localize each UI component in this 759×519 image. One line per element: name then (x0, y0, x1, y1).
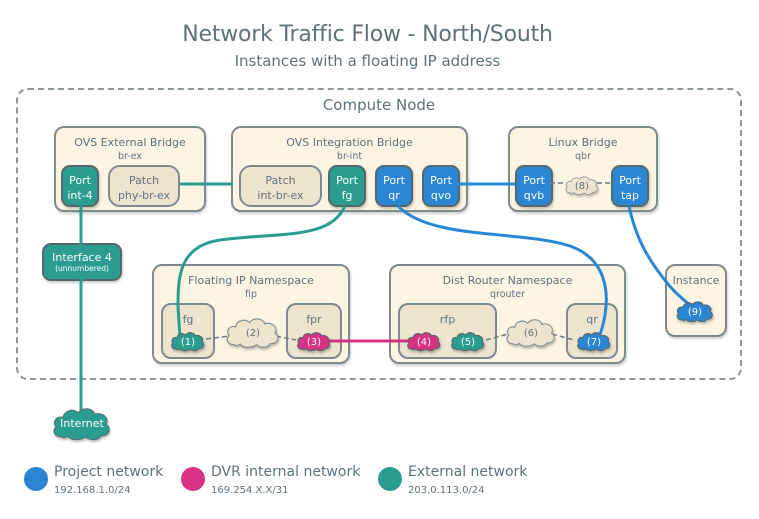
cloud-2-label: (2) (246, 328, 260, 339)
link-5-to-6 (485, 333, 509, 341)
internet-label: Internet (60, 417, 104, 430)
cloud-9-label: (9) (688, 307, 702, 318)
cloud-8-label: (8) (575, 181, 589, 192)
link-tap-to-instance (627, 205, 695, 310)
cloud-5-label: (5) (461, 337, 475, 348)
cloud-1-label: (1) (181, 337, 195, 348)
legend-network-project: 192.168.1.0/24 (54, 485, 131, 496)
cloud-3-label: (3) (307, 337, 321, 348)
connections-overlay: (1) (2) (3) (4) (5) (6) (7) (8) (9) Inte… (53, 176, 714, 441)
link-1-to-2 (205, 335, 231, 340)
cloud-4-label: (4) (417, 337, 431, 348)
link-port-fg-to-fg-1 (176, 205, 347, 339)
legend-dot-dvr-icon (181, 467, 205, 491)
link-port-qr-to-qr-7 (396, 204, 608, 341)
legend-name-project: Project network (54, 464, 164, 480)
legend-name-external: External network (408, 464, 528, 480)
legend-network-external: 203.0.113.0/24 (408, 485, 485, 496)
cloud-7-label: (7) (587, 337, 601, 348)
link-2-to-3 (275, 335, 297, 341)
legend-dot-project-icon (24, 467, 48, 491)
legend-dot-external-icon (378, 467, 402, 491)
legend-name-dvr: DVR internal network (211, 464, 361, 480)
link-6-to-7 (551, 333, 575, 341)
cloud-6-label: (6) (524, 328, 538, 339)
legend-network-dvr: 169.254.X.X/31 (211, 485, 289, 496)
